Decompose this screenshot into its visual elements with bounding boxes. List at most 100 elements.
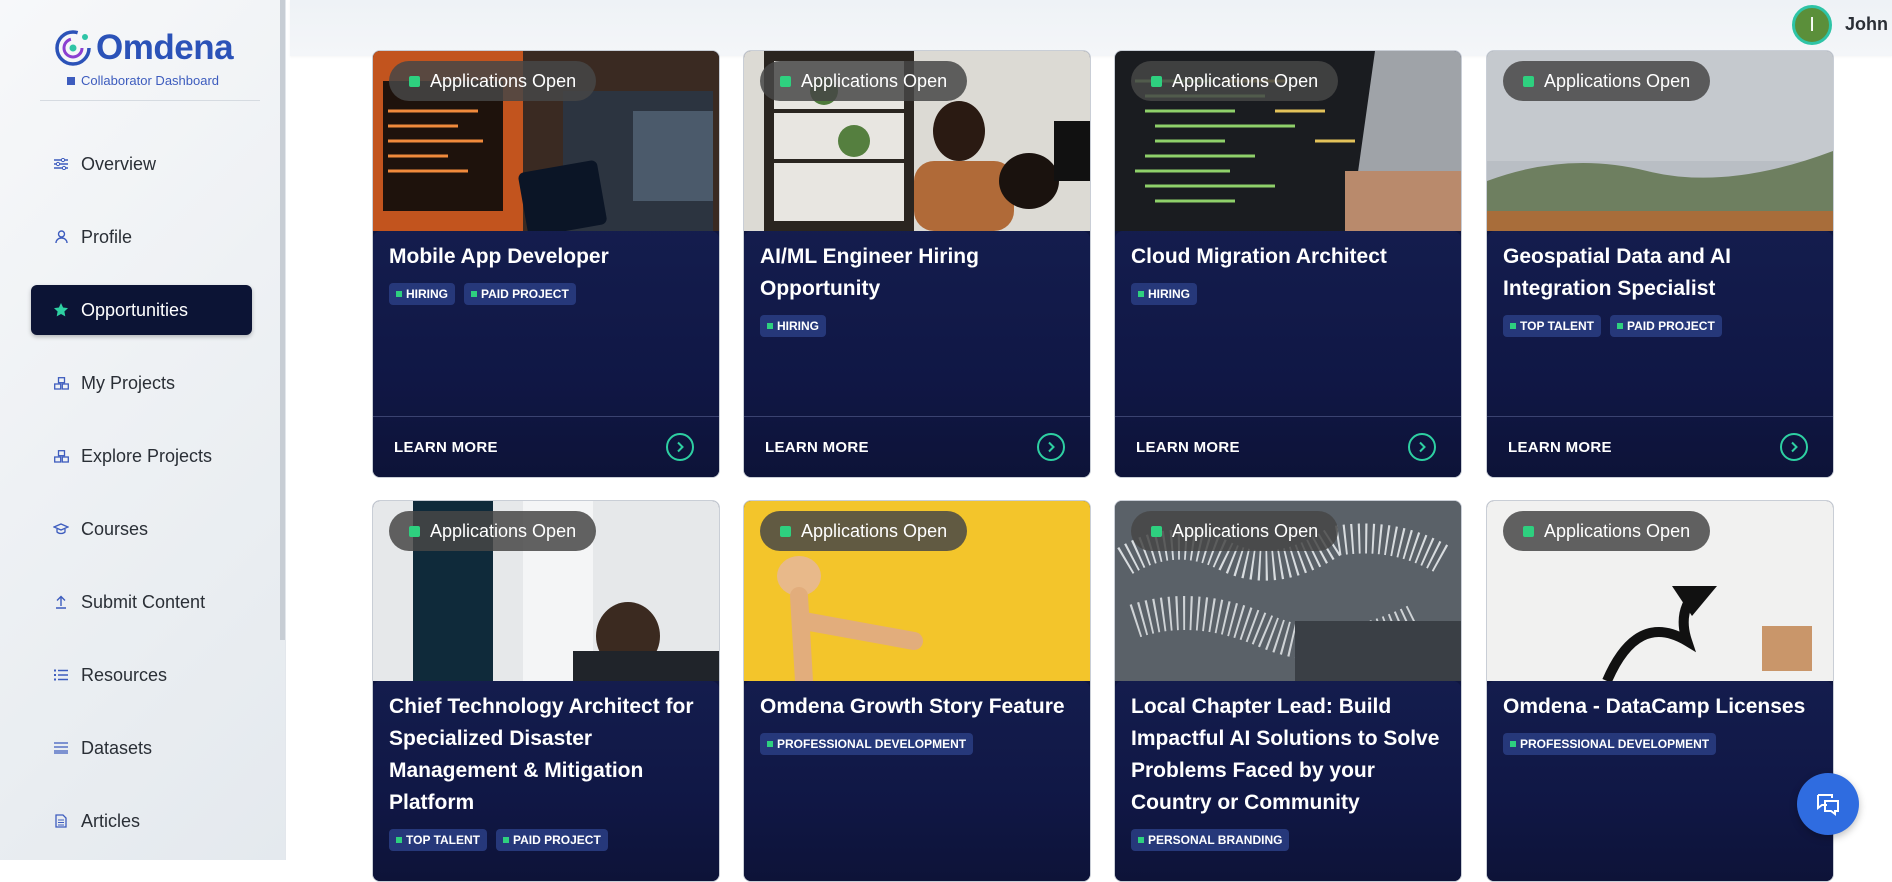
sidebar-item-opportunities[interactable]: Opportunities — [31, 285, 252, 335]
tag: PAID PROJECT — [464, 283, 576, 305]
cubes-icon — [53, 375, 69, 391]
sidebar-item-overview[interactable]: Overview — [31, 139, 252, 189]
card-title: Local Chapter Lead: Build Impactful AI S… — [1131, 695, 1440, 814]
status-text: Applications Open — [430, 520, 577, 541]
sidebar-item-label: Profile — [81, 226, 133, 247]
sidebar: Omdena Collaborator Dashboard Overview P… — [0, 0, 286, 860]
tag: TOP TALENT — [1503, 315, 1602, 337]
tag-label: PAID PROJECT — [513, 833, 601, 847]
status-text: Applications Open — [1544, 520, 1691, 541]
tag-label: TOP TALENT — [1520, 319, 1595, 333]
status-dot-icon — [1151, 75, 1162, 87]
card-footer[interactable]: LEARN MORE — [373, 416, 719, 477]
tag: PAID PROJECT — [1610, 315, 1722, 337]
tag-label: HIRING — [1148, 287, 1190, 301]
card-footer[interactable]: LEARN MORE — [1115, 416, 1461, 477]
opportunity-card[interactable]: Applications Open Omdena - DataCamp Lice… — [1486, 500, 1834, 882]
status-badge: Applications Open — [389, 61, 597, 101]
top-bar: I John — [290, 0, 1892, 56]
brand-name: Omdena — [96, 28, 234, 67]
tag: HIRING — [389, 283, 455, 305]
sidebar-item-label: Opportunities — [81, 299, 189, 320]
tag-list: PROFESSIONAL DEVELOPMENT — [760, 733, 974, 755]
status-badge: Applications Open — [760, 61, 968, 101]
sidebar-item-profile[interactable]: Profile — [31, 212, 252, 262]
brand-logo[interactable]: Omdena — [54, 28, 234, 68]
sidebar-item-label: Resources — [81, 664, 168, 685]
tag-list: HIRING PAID PROJECT — [389, 283, 576, 305]
sidebar-item-courses[interactable]: Courses — [31, 504, 252, 554]
tag-label: PAID PROJECT — [1627, 319, 1715, 333]
opportunity-card[interactable]: Applications Open AI/ML Engineer Hiring … — [743, 50, 1091, 478]
tag-label: PROFESSIONAL DEVELOPMENT — [1520, 737, 1710, 751]
sidebar-item-label: Datasets — [81, 737, 153, 758]
opportunity-card[interactable]: Applications Open Geospatial Data and AI… — [1486, 50, 1834, 478]
list-icon — [53, 667, 69, 683]
opportunity-card[interactable]: Applications Open Cloud Migration Archit… — [1114, 50, 1462, 478]
sidebar-item-resources[interactable]: Resources — [31, 650, 252, 700]
document-icon — [53, 813, 69, 829]
opportunity-card[interactable]: Applications Open Local Chapter Lead: Bu… — [1114, 500, 1462, 882]
tag-list: TOP TALENT PAID PROJECT — [1503, 315, 1722, 337]
tag-list: PROFESSIONAL DEVELOPMENT — [1503, 733, 1717, 755]
card-title: AI/ML Engineer Hiring Opportunity — [760, 245, 979, 300]
tag-label: HIRING — [777, 319, 819, 333]
chevron-right-icon[interactable] — [1408, 433, 1436, 461]
chevron-right-icon[interactable] — [1037, 433, 1065, 461]
learn-more-link[interactable]: LEARN MORE — [394, 439, 498, 456]
card-title: Omdena - DataCamp Licenses — [1503, 695, 1806, 718]
tag-label: PROFESSIONAL DEVELOPMENT — [777, 737, 967, 751]
tag-list: HIRING — [1131, 283, 1197, 305]
learn-more-link[interactable]: LEARN MORE — [1508, 439, 1612, 456]
chevron-right-icon[interactable] — [1780, 433, 1808, 461]
status-badge: Applications Open — [760, 511, 968, 551]
sidebar-item-label: Overview — [81, 153, 157, 174]
status-dot-icon — [780, 525, 791, 537]
tag-label: PAID PROJECT — [481, 287, 569, 301]
status-dot-icon — [1523, 525, 1534, 537]
tag: TOP TALENT — [389, 829, 488, 851]
graduation-cap-icon — [53, 521, 69, 537]
learn-more-link[interactable]: LEARN MORE — [765, 439, 869, 456]
sidebar-item-label: My Projects — [81, 372, 176, 393]
opportunity-card[interactable]: Applications Open Mobile App Developer H… — [372, 50, 720, 478]
chat-icon — [1817, 794, 1839, 816]
star-icon — [53, 302, 69, 318]
avatar[interactable]: I — [1792, 5, 1832, 45]
sidebar-item-explore-projects[interactable]: Explore Projects — [31, 431, 252, 481]
status-badge: Applications Open — [1131, 61, 1339, 101]
sidebar-item-datasets[interactable]: Datasets — [31, 723, 252, 773]
divider — [40, 100, 260, 101]
learn-more-link[interactable]: LEARN MORE — [1136, 439, 1240, 456]
chevron-right-icon[interactable] — [666, 433, 694, 461]
square-icon — [67, 76, 75, 85]
sliders-icon — [53, 156, 69, 172]
tag: HIRING — [1131, 283, 1197, 305]
card-title: Omdena Growth Story Feature — [760, 695, 1065, 718]
chat-button[interactable] — [1797, 773, 1859, 835]
sidebar-item-articles[interactable]: Articles — [31, 796, 252, 846]
status-text: Applications Open — [1544, 70, 1691, 91]
card-footer[interactable]: LEARN MORE — [1487, 416, 1833, 477]
status-dot-icon — [1523, 75, 1534, 87]
user-icon — [53, 229, 69, 245]
status-dot-icon — [409, 75, 420, 87]
sidebar-item-my-projects[interactable]: My Projects — [31, 358, 252, 408]
upload-icon — [53, 594, 69, 610]
avatar-initial: I — [1809, 13, 1815, 36]
omdena-logo-icon — [55, 30, 91, 66]
sidebar-item-label: Explore Projects — [81, 445, 213, 466]
opportunity-card[interactable]: Applications Open Chief Technology Archi… — [372, 500, 720, 882]
table-icon — [53, 740, 69, 756]
tag: HIRING — [760, 315, 826, 337]
cubes-icon — [53, 448, 69, 464]
card-title: Mobile App Developer — [389, 245, 609, 268]
card-footer[interactable]: LEARN MORE — [744, 416, 1090, 477]
sidebar-item-label: Courses — [81, 518, 149, 539]
sidebar-item-submit-content[interactable]: Submit Content — [31, 577, 252, 627]
card-body: Omdena Growth Story Feature PROFESSIONAL… — [744, 681, 1090, 881]
opportunity-card[interactable]: Applications Open Omdena Growth Story Fe… — [743, 500, 1091, 882]
card-title: Cloud Migration Architect — [1131, 245, 1387, 268]
user-name[interactable]: John — [1845, 14, 1888, 35]
status-dot-icon — [409, 525, 420, 537]
